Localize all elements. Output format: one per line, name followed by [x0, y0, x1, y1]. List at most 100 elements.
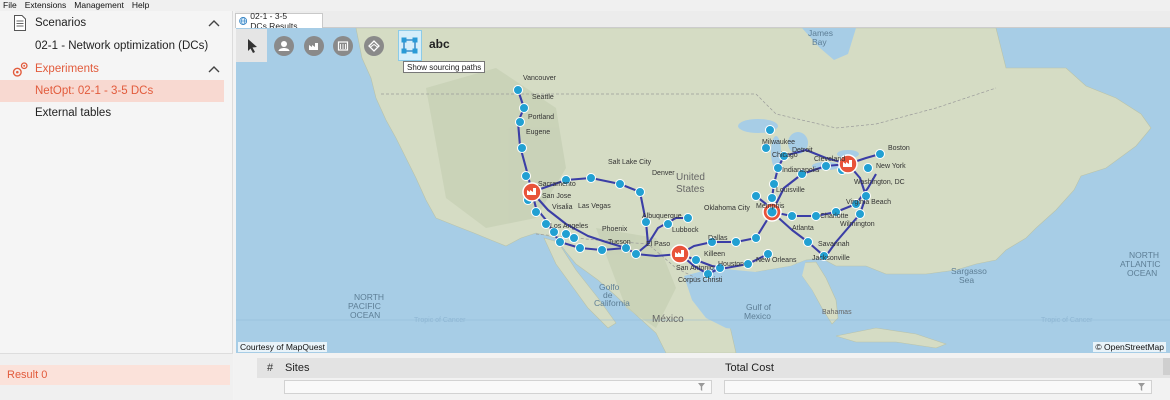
- labels-toggle-button[interactable]: abc: [429, 37, 450, 51]
- map-city-label: New York: [876, 163, 906, 170]
- bahamas-label: Bahamas: [822, 309, 852, 316]
- column-header-sites[interactable]: Sites: [285, 362, 309, 374]
- map-city-label: New Orleans: [756, 257, 797, 264]
- map-city-label: Albuquerque: [642, 213, 682, 220]
- experiments-gears-icon: [12, 61, 28, 77]
- map-canvas[interactable]: Vancouver Seattle Portland Eugene Salt L…: [236, 28, 1170, 353]
- map-city-label: Corpus Christi: [678, 277, 723, 284]
- map-city-label: Dallas: [708, 235, 728, 242]
- map-city-label: Tucson: [608, 239, 631, 246]
- map-city-label: Wilmington: [840, 221, 875, 228]
- map-city-label: Houston: [718, 261, 744, 268]
- map-city-label: Louisville: [776, 187, 805, 194]
- tab-results[interactable]: 02-1 - 3-5 DCs.Results: [235, 11, 323, 31]
- customer-icon: [278, 41, 290, 51]
- show-sourcing-paths-button[interactable]: [398, 30, 422, 61]
- sourcing-paths-icon: [401, 37, 418, 54]
- chevron-up-icon[interactable]: [208, 18, 220, 28]
- tree-experiments[interactable]: Experiments: [0, 58, 225, 80]
- row-number-header: #: [267, 362, 274, 374]
- document-icon: [14, 15, 26, 31]
- dc-el-paso-icon[interactable]: [670, 244, 690, 264]
- tropic-label: Tropic of Cancer: [414, 317, 466, 324]
- united-states-label: United: [676, 172, 705, 183]
- tree-experiment-item-selected[interactable]: NetOpt: 02-1 - 3-5 DCs: [0, 80, 224, 102]
- filter-icon[interactable]: [698, 383, 705, 391]
- globe-icon: [239, 17, 248, 25]
- pointer-tool-button[interactable]: [236, 29, 267, 62]
- route-icon: [368, 40, 380, 52]
- document-tab-strip: 02-1 - 3-5 DCs.Results: [235, 11, 1170, 31]
- chevron-up-icon[interactable]: [208, 64, 220, 74]
- map-toolbar: abc: [236, 29, 454, 62]
- map-attribution-left[interactable]: Courtesy of MapQuest: [238, 342, 328, 352]
- results-map[interactable]: Vancouver Seattle Portland Eugene Salt L…: [236, 28, 1170, 353]
- results-table-header: # Sites Total Cost: [257, 358, 1170, 378]
- svg-text:Gulf ofMexico: Gulf of Mexico: [744, 302, 772, 321]
- menu-management[interactable]: Management: [71, 0, 129, 11]
- filter-icon[interactable]: [1138, 383, 1145, 391]
- map-city-label: Lubbock: [672, 227, 699, 234]
- customer-layer-button[interactable]: [274, 36, 294, 56]
- map-city-label: San Jose: [542, 193, 571, 200]
- menu-extensions[interactable]: Extensions: [22, 0, 72, 11]
- tree-experiment-item-label: NetOpt: 02-1 - 3-5 DCs: [35, 85, 154, 97]
- mexico-label: México: [652, 314, 684, 325]
- map-city-label: Atlanta: [792, 225, 814, 232]
- tree-external-tables[interactable]: External tables: [0, 102, 225, 124]
- map-city-label: Boston: [888, 145, 910, 152]
- column-header-total-cost[interactable]: Total Cost: [725, 362, 774, 374]
- map-city-label: Portland: [528, 114, 554, 121]
- route-layer-button[interactable]: [364, 36, 384, 56]
- map-city-label: Jacksonville: [812, 255, 850, 262]
- result-item[interactable]: Result 0: [0, 365, 230, 385]
- map-city-label: San Antonio: [676, 265, 714, 272]
- map-city-label: Seattle: [532, 94, 554, 101]
- tree-scenario-item[interactable]: 02-1 - Network optimization (DCs): [0, 35, 225, 57]
- menu-file[interactable]: File: [0, 0, 22, 11]
- map-city-label: El Paso: [646, 241, 670, 248]
- tree-scenarios[interactable]: Scenarios: [0, 12, 225, 34]
- tree-experiments-label: Experiments: [35, 63, 99, 75]
- map-city-label: Vancouver: [523, 75, 557, 82]
- map-city-label: Memphis: [756, 203, 785, 210]
- pointer-icon: [248, 39, 257, 53]
- map-city-label: Phoenix: [602, 226, 628, 233]
- map-city-label: Eugene: [526, 129, 550, 136]
- result-item-label: Result 0: [7, 369, 48, 381]
- menu-bar: File Extensions Management Help: [0, 0, 1170, 11]
- map-attribution-right[interactable]: © OpenStreetMap: [1093, 342, 1166, 352]
- north-pacific-label: NORTH PACIFIC OCEAN: [348, 292, 384, 320]
- map-city-label: Los Angeles: [550, 223, 589, 230]
- map-city-label: Cleveland: [814, 156, 845, 163]
- map-city-label: Killeen: [704, 251, 725, 258]
- tree-external-tables-label: External tables: [35, 107, 112, 119]
- map-city-label: Oklahoma City: [704, 205, 750, 212]
- warehouse-layer-button[interactable]: [333, 36, 353, 56]
- tree-scenario-item-label: 02-1 - Network optimization (DCs): [35, 40, 209, 52]
- map-city-label: Charlotte: [820, 213, 849, 220]
- map-city-label: Savannah: [818, 241, 850, 248]
- map-city-label: Visalia: [552, 204, 573, 211]
- map-city-label: Virginia Beach: [846, 199, 891, 206]
- map-city-label: Las Vegas: [578, 203, 611, 210]
- map-city-label: Detroit: [792, 147, 813, 154]
- factory-icon: [309, 43, 318, 50]
- map-city-label: Sacramento: [538, 181, 576, 188]
- filter-total-cost-input[interactable]: [724, 380, 1152, 394]
- map-city-label: Indianapolis: [782, 167, 820, 174]
- project-tree-panel: Scenarios 02-1 - Network optimization (D…: [0, 11, 233, 400]
- menu-help[interactable]: Help: [129, 0, 154, 11]
- map-city-label: Salt Lake City: [608, 159, 652, 166]
- warehouse-icon: [337, 41, 349, 51]
- tropic-label-right: Tropic of Cancer: [1041, 317, 1093, 324]
- factory-layer-button[interactable]: [304, 36, 324, 56]
- map-city-label: Milwaukee: [762, 139, 795, 146]
- map-city-label: Denver: [652, 170, 675, 177]
- filter-sites-input[interactable]: [284, 380, 712, 394]
- table-scrollbar[interactable]: [1163, 358, 1170, 375]
- svg-text:States: States: [676, 184, 704, 195]
- map-city-label: Washington, DC: [854, 179, 905, 186]
- tooltip-sourcing-paths: Show sourcing paths: [403, 61, 486, 73]
- tree-scenarios-label: Scenarios: [35, 17, 87, 29]
